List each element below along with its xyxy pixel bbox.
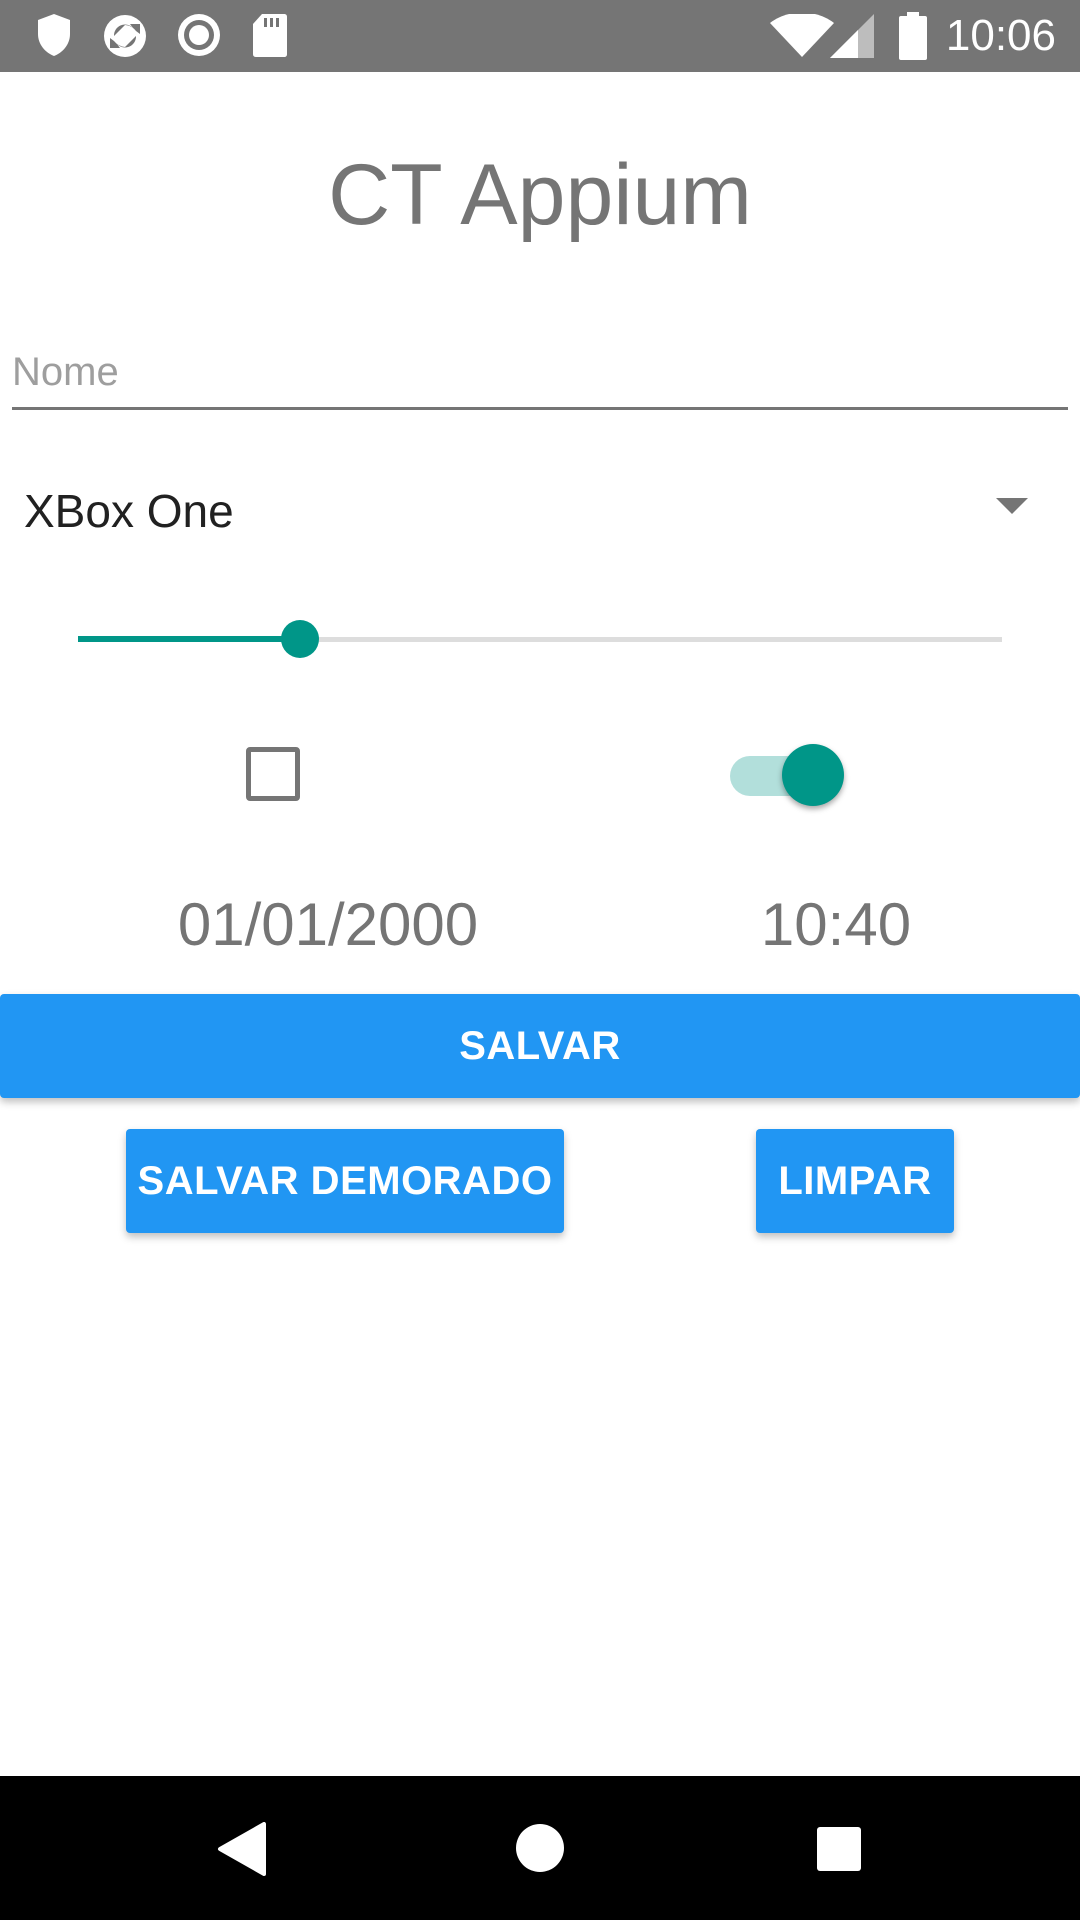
clear-button[interactable]: LIMPAR [756,1129,954,1233]
switch-toggle[interactable] [730,740,846,810]
home-icon[interactable] [514,1822,566,1874]
console-dropdown[interactable]: XBox One [12,470,1068,550]
shield-icon [38,14,70,56]
date-picker-text[interactable]: 01/01/2000 [0,890,656,959]
console-dropdown-value: XBox One [24,485,234,537]
checkbox[interactable] [246,747,300,801]
refresh-icon [104,15,146,57]
name-field[interactable] [12,340,1068,410]
switch-thumb [782,744,844,806]
navigation-bar [0,1776,1080,1920]
save-slow-button[interactable]: SALVAR DEMORADO [126,1129,564,1233]
battery-icon [899,12,927,60]
record-icon [178,14,220,56]
save-button[interactable]: SALVAR [0,994,1080,1098]
seekbar-thumb[interactable] [280,620,319,658]
name-input[interactable] [12,340,1068,404]
sd-card-icon [253,14,287,57]
wifi-icon [770,14,834,57]
back-icon[interactable] [216,1822,268,1876]
page-title: CT Appium [328,147,752,243]
time-picker-text[interactable]: 10:40 [656,890,1016,959]
recents-icon[interactable] [816,1826,862,1872]
seekbar-progress [78,636,300,642]
status-bar: 10:06 [0,0,1080,72]
chevron-down-icon [996,498,1028,514]
signal-icon [830,14,874,58]
seekbar[interactable] [78,620,1002,660]
status-bar-time: 10:06 [945,11,1056,60]
